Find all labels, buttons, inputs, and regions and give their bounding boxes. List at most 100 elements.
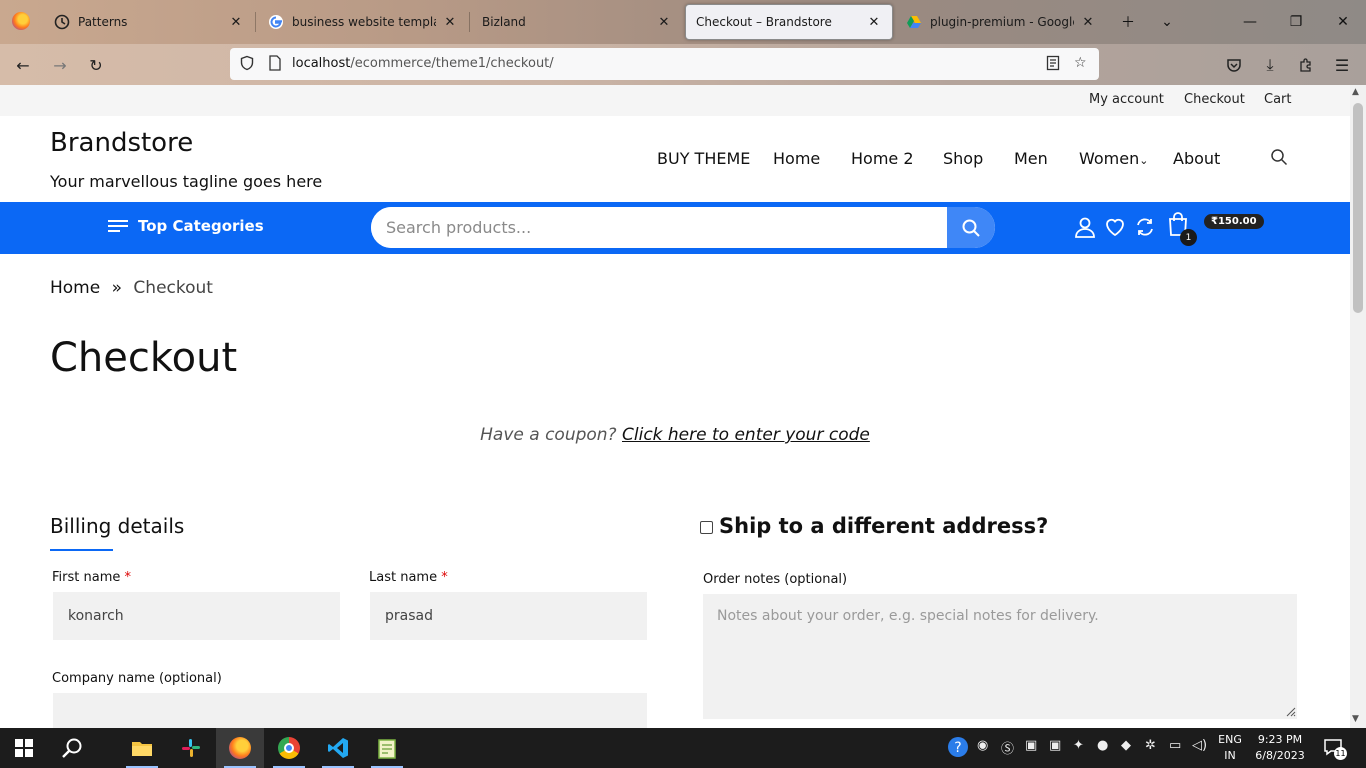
cart-total-badge[interactable]: ₹150.00 (1204, 214, 1264, 229)
page-scrollbar[interactable]: ▲ ▼ (1350, 85, 1366, 728)
cart-link[interactable]: Cart (1264, 92, 1292, 107)
language-indicator[interactable]: ENG IN (1214, 732, 1246, 764)
tab-patterns[interactable]: Patterns ✕ (44, 4, 254, 40)
nav-buy-theme[interactable]: BUY THEME (657, 149, 750, 168)
compare-refresh-icon[interactable] (1133, 215, 1157, 239)
firefox-logo-icon[interactable] (12, 12, 30, 30)
notepadpp-icon[interactable] (363, 728, 411, 768)
tray-app-icon[interactable]: ● (1097, 738, 1108, 753)
close-icon[interactable]: ✕ (228, 15, 244, 30)
tab-label: Bizland (482, 15, 526, 29)
pocket-icon[interactable] (1219, 50, 1249, 80)
site-logo-text[interactable]: Brandstore (50, 128, 193, 158)
taskbar-clock[interactable]: 9:23 PM 6/8/2023 (1251, 732, 1309, 764)
file-explorer-icon[interactable] (118, 728, 166, 768)
search-submit-button[interactable] (947, 207, 995, 248)
ship-different-address-toggle[interactable]: Ship to a different address? (700, 514, 1048, 538)
checkout-link[interactable]: Checkout (1184, 92, 1245, 107)
product-search-form (371, 207, 995, 248)
reload-icon[interactable]: ↻ (81, 50, 111, 80)
tab-label: Checkout – Brandstore (696, 15, 832, 29)
bookmark-star-icon[interactable]: ☆ (1074, 55, 1087, 71)
tab-bizland[interactable]: Bizland ✕ (472, 4, 682, 40)
tab-list-chevron-icon[interactable]: ⌄ (1153, 8, 1181, 36)
new-tab-icon[interactable]: ＋ (1114, 8, 1142, 36)
search-icon[interactable] (1270, 148, 1288, 170)
forward-icon[interactable]: → (45, 50, 75, 80)
billing-details-heading: Billing details (50, 514, 185, 538)
search-icon[interactable] (48, 728, 96, 768)
required-mark: * (124, 570, 132, 585)
nav-shop[interactable]: Shop (943, 149, 983, 168)
help-icon[interactable]: ? (947, 736, 969, 762)
firefox-taskbar-icon[interactable] (216, 728, 264, 768)
first-name-field[interactable] (53, 592, 340, 640)
tray-app-icon[interactable]: ◆ (1121, 738, 1131, 753)
nav-home-2[interactable]: Home 2 (851, 149, 914, 168)
order-notes-field[interactable] (703, 594, 1297, 719)
tray-app-icon[interactable]: ▣ (1049, 738, 1061, 753)
google-icon (268, 14, 284, 30)
nav-about[interactable]: About (1173, 149, 1220, 168)
close-icon[interactable]: ✕ (656, 15, 672, 30)
volume-icon[interactable]: ◁) (1192, 738, 1207, 753)
nav-home[interactable]: Home (773, 149, 820, 168)
extensions-icon[interactable] (1291, 50, 1321, 80)
top-categories-button[interactable]: Top Categories (108, 217, 264, 235)
top-bar: My account Checkout Cart (0, 85, 1350, 116)
shield-icon[interactable] (239, 55, 255, 75)
wishlist-heart-icon[interactable] (1103, 215, 1127, 239)
tray-app-icon[interactable]: ◉ (977, 738, 988, 753)
close-icon[interactable]: ✕ (866, 15, 882, 30)
address-bar[interactable]: localhost/ecommerce/theme1/checkout/ ☆ (230, 48, 1099, 80)
language-region: IN (1224, 749, 1236, 762)
slack-icon[interactable] (167, 728, 215, 768)
chrome-icon[interactable] (265, 728, 313, 768)
top-categories-label: Top Categories (138, 217, 264, 235)
chevron-down-icon: ⌄ (1139, 154, 1149, 167)
tray-app-icon[interactable]: ✦ (1073, 738, 1084, 753)
close-icon[interactable]: ✕ (1080, 15, 1096, 30)
scroll-down-icon[interactable]: ▼ (1352, 714, 1359, 724)
windows-start-icon[interactable] (0, 728, 48, 768)
tab-checkout-brandstore[interactable]: Checkout – Brandstore ✕ (685, 4, 893, 40)
company-name-field[interactable] (53, 693, 647, 728)
minimize-icon[interactable]: — (1236, 8, 1264, 36)
user-account-icon[interactable] (1073, 215, 1097, 239)
page-icon[interactable] (268, 55, 282, 75)
my-account-link[interactable]: My account (1089, 92, 1164, 107)
nav-women[interactable]: Women⌄ (1079, 149, 1148, 168)
tab-business-templates[interactable]: business website templates fr ✕ (258, 4, 468, 40)
browser-navigation-bar: ← → ↻ localhost/ecommerce/theme1/checkou… (0, 44, 1366, 85)
ship-different-address-checkbox[interactable] (700, 520, 713, 534)
category-list-icon (108, 219, 130, 235)
browser-tab-strip: Patterns ✕ business website templates fr… (0, 0, 1366, 44)
product-search-input[interactable] (371, 207, 947, 248)
back-icon[interactable]: ← (8, 50, 38, 80)
resize-handle-icon[interactable] (1284, 705, 1296, 720)
notification-center-icon[interactable]: 11 (1322, 738, 1347, 760)
scroll-up-icon[interactable]: ▲ (1352, 87, 1359, 97)
coupon-link[interactable]: Click here to enter your code (622, 425, 870, 445)
scrollbar-thumb[interactable] (1353, 103, 1363, 313)
xampp-icon[interactable]: ▣ (1025, 738, 1037, 753)
tray-settings-icon[interactable]: ✲ (1145, 738, 1156, 753)
skype-icon[interactable]: Ⓢ (1001, 738, 1014, 757)
breadcrumb-home[interactable]: Home (50, 278, 100, 298)
tab-plugin-premium[interactable]: plugin-premium - Google D ✕ (896, 4, 1106, 40)
url-text[interactable]: localhost/ecommerce/theme1/checkout/ (292, 56, 554, 71)
menu-icon[interactable]: ☰ (1327, 50, 1357, 80)
search-icon (962, 219, 980, 237)
window-close-icon[interactable]: ✕ (1329, 8, 1357, 36)
clock-icon (54, 14, 70, 30)
nav-men[interactable]: Men (1014, 149, 1048, 168)
close-icon[interactable]: ✕ (442, 15, 458, 30)
download-icon[interactable]: ⤓ (1255, 50, 1285, 80)
vscode-icon[interactable] (314, 728, 362, 768)
tab-label: Patterns (78, 15, 128, 29)
reader-view-icon[interactable] (1046, 55, 1060, 75)
last-name-field[interactable] (370, 592, 647, 640)
network-icon[interactable]: ▭ (1169, 738, 1181, 753)
restore-icon[interactable]: ❐ (1282, 8, 1310, 36)
url-path: /ecommerce/theme1/checkout/ (350, 56, 554, 71)
